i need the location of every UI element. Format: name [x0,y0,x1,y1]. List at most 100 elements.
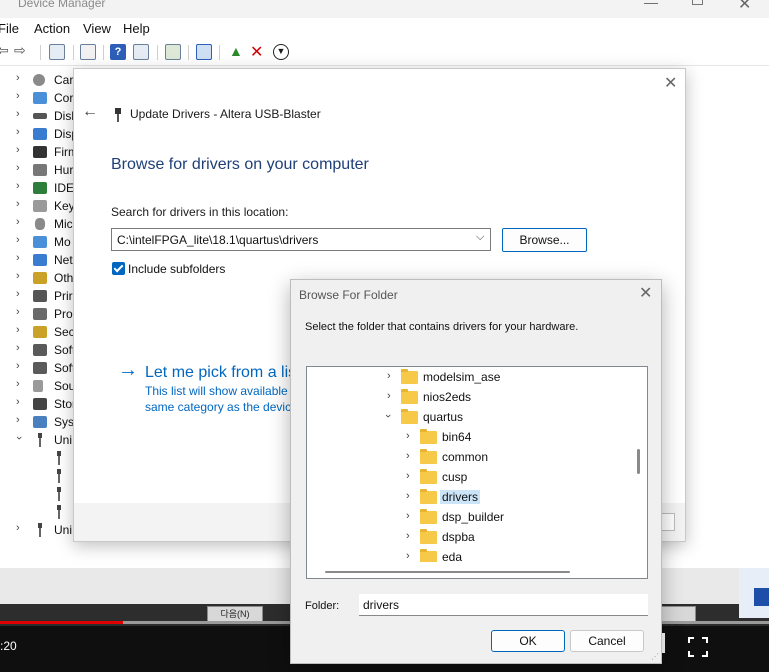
chevron-right-icon[interactable]: › [16,108,20,120]
include-subfolders-checkbox[interactable] [112,262,125,275]
pick-driver-link[interactable]: Let me pick from a lis [145,364,292,382]
close-icon[interactable]: ✕ [738,0,751,14]
folder-item-expanded[interactable]: › quartus [307,407,629,427]
back-arrow-icon[interactable]: ← [82,103,98,121]
chevron-right-icon[interactable]: › [16,306,20,318]
tree-item[interactable]: › Car [0,71,80,89]
tree-item[interactable]: › Syst [0,413,80,431]
chevron-right-icon[interactable]: › [16,162,20,174]
chevron-right-icon[interactable]: › [406,550,410,562]
tree-item[interactable]: › Mo [0,233,80,251]
folder-item[interactable]: › modelsim_ase [307,367,629,387]
back-arrow-icon[interactable]: ⇦ [0,42,9,59]
folder-item-selected[interactable]: › drivers [307,487,629,507]
update-driver-icon[interactable]: ▲ [229,43,243,59]
usb-device-icon[interactable] [56,469,62,483]
chevron-right-icon[interactable]: › [16,252,20,264]
tree-item[interactable]: › Soft [0,341,80,359]
tree-item[interactable]: › Disk [0,107,80,125]
usb-device-icon[interactable] [56,505,62,519]
tree-item[interactable]: › Prir [0,287,80,305]
tree-item[interactable]: › Key [0,197,80,215]
chevron-right-icon[interactable]: › [387,370,391,382]
menu-action[interactable]: Action [34,21,70,36]
properties-icon[interactable] [49,44,65,60]
usb-device-icon[interactable] [56,487,62,501]
folder-item[interactable]: › dsp_builder [307,507,629,527]
resize-grip-icon[interactable]: ⋰ [651,652,659,661]
folder-item[interactable]: › common [307,447,629,467]
tree-item[interactable]: › Cor [0,89,80,107]
tree-item[interactable]: › Hur [0,161,80,179]
ok-button[interactable]: OK [491,630,565,652]
tree-item[interactable]: › Net [0,251,80,269]
chevron-right-icon[interactable]: › [406,470,410,482]
driver-path-combobox[interactable]: C:\intelFPGA_lite\18.1\quartus\drivers ⌵ [111,228,491,251]
tree-item[interactable]: › Disp [0,125,80,143]
folder-item[interactable]: › cusp [307,467,629,487]
chevron-right-icon[interactable]: › [16,234,20,246]
chevron-right-icon[interactable]: › [406,430,410,442]
minimize-icon[interactable]: — [644,0,658,10]
chevron-down-icon[interactable]: ⌵ [476,231,484,244]
chevron-down-icon[interactable]: › [13,436,25,440]
action-view-icon[interactable] [133,44,149,60]
chevron-right-icon[interactable]: › [16,144,20,156]
disable-device-icon[interactable]: ▼ [273,44,289,60]
maximize-icon[interactable] [692,0,703,5]
chevron-right-icon[interactable]: › [16,180,20,192]
chevron-right-icon[interactable]: › [16,522,20,534]
scrollbar-thumb[interactable] [637,449,640,474]
tree-item[interactable]: › Firm [0,143,80,161]
tree-item[interactable]: › Uni [0,521,80,539]
chevron-right-icon[interactable]: › [16,216,20,228]
list-view-icon[interactable] [80,44,96,60]
chevron-right-icon[interactable]: › [387,390,391,402]
chevron-right-icon[interactable]: › [406,450,410,462]
chevron-right-icon[interactable]: › [16,324,20,336]
chevron-right-icon[interactable]: › [16,396,20,408]
chevron-right-icon[interactable]: › [406,490,410,502]
menu-help[interactable]: Help [123,21,150,36]
folder-item[interactable]: › bin64 [307,427,629,447]
scan-hardware-icon[interactable] [196,44,212,60]
tree-item[interactable]: › Oth [0,269,80,287]
browse-button[interactable]: Browse... [502,228,587,252]
tree-item[interactable]: › Soft [0,359,80,377]
chevron-right-icon[interactable]: › [16,126,20,138]
fullscreen-icon[interactable] [688,637,708,657]
vertical-scrollbar[interactable] [629,367,647,578]
uninstall-icon[interactable]: ✕ [250,42,263,62]
chevron-right-icon[interactable]: › [16,378,20,390]
chevron-right-icon[interactable]: › [16,288,20,300]
chevron-right-icon[interactable]: › [16,342,20,354]
chevron-right-icon[interactable]: › [16,270,20,282]
tree-item[interactable]: › Stor [0,395,80,413]
close-icon[interactable]: ✕ [639,283,652,303]
chevron-right-icon[interactable]: › [16,72,20,84]
usb-device-icon[interactable] [56,451,62,465]
chevron-right-icon[interactable]: › [16,414,20,426]
chevron-right-icon[interactable]: › [16,198,20,210]
menu-file[interactable]: File [0,21,19,36]
horizontal-scrollbar[interactable] [307,562,629,578]
folder-tree[interactable]: › modelsim_ase › nios2eds › quartus › bi… [306,366,648,579]
tree-item[interactable]: › Pro [0,305,80,323]
tree-item[interactable]: › Mic [0,215,80,233]
tree-item[interactable]: › Sou [0,377,80,395]
scrollbar-thumb[interactable] [325,571,570,573]
forward-arrow-icon[interactable]: ⇨ [14,42,26,59]
chevron-right-icon[interactable]: › [406,530,410,542]
folder-item[interactable]: › nios2eds [307,387,629,407]
tree-item-expanded[interactable]: › Uni [0,431,80,449]
folder-item[interactable]: › dspba [307,527,629,547]
tree-item[interactable]: › IDE [0,179,80,197]
cancel-button[interactable]: Cancel [570,630,644,652]
arrow-right-icon[interactable]: → [118,359,138,382]
help-icon[interactable]: ? [110,44,126,60]
chevron-right-icon[interactable]: › [16,360,20,372]
chevron-down-icon[interactable]: › [382,414,394,418]
scan-printer-icon[interactable] [165,44,181,60]
tree-item[interactable]: › Sec [0,323,80,341]
menu-view[interactable]: View [83,21,111,36]
